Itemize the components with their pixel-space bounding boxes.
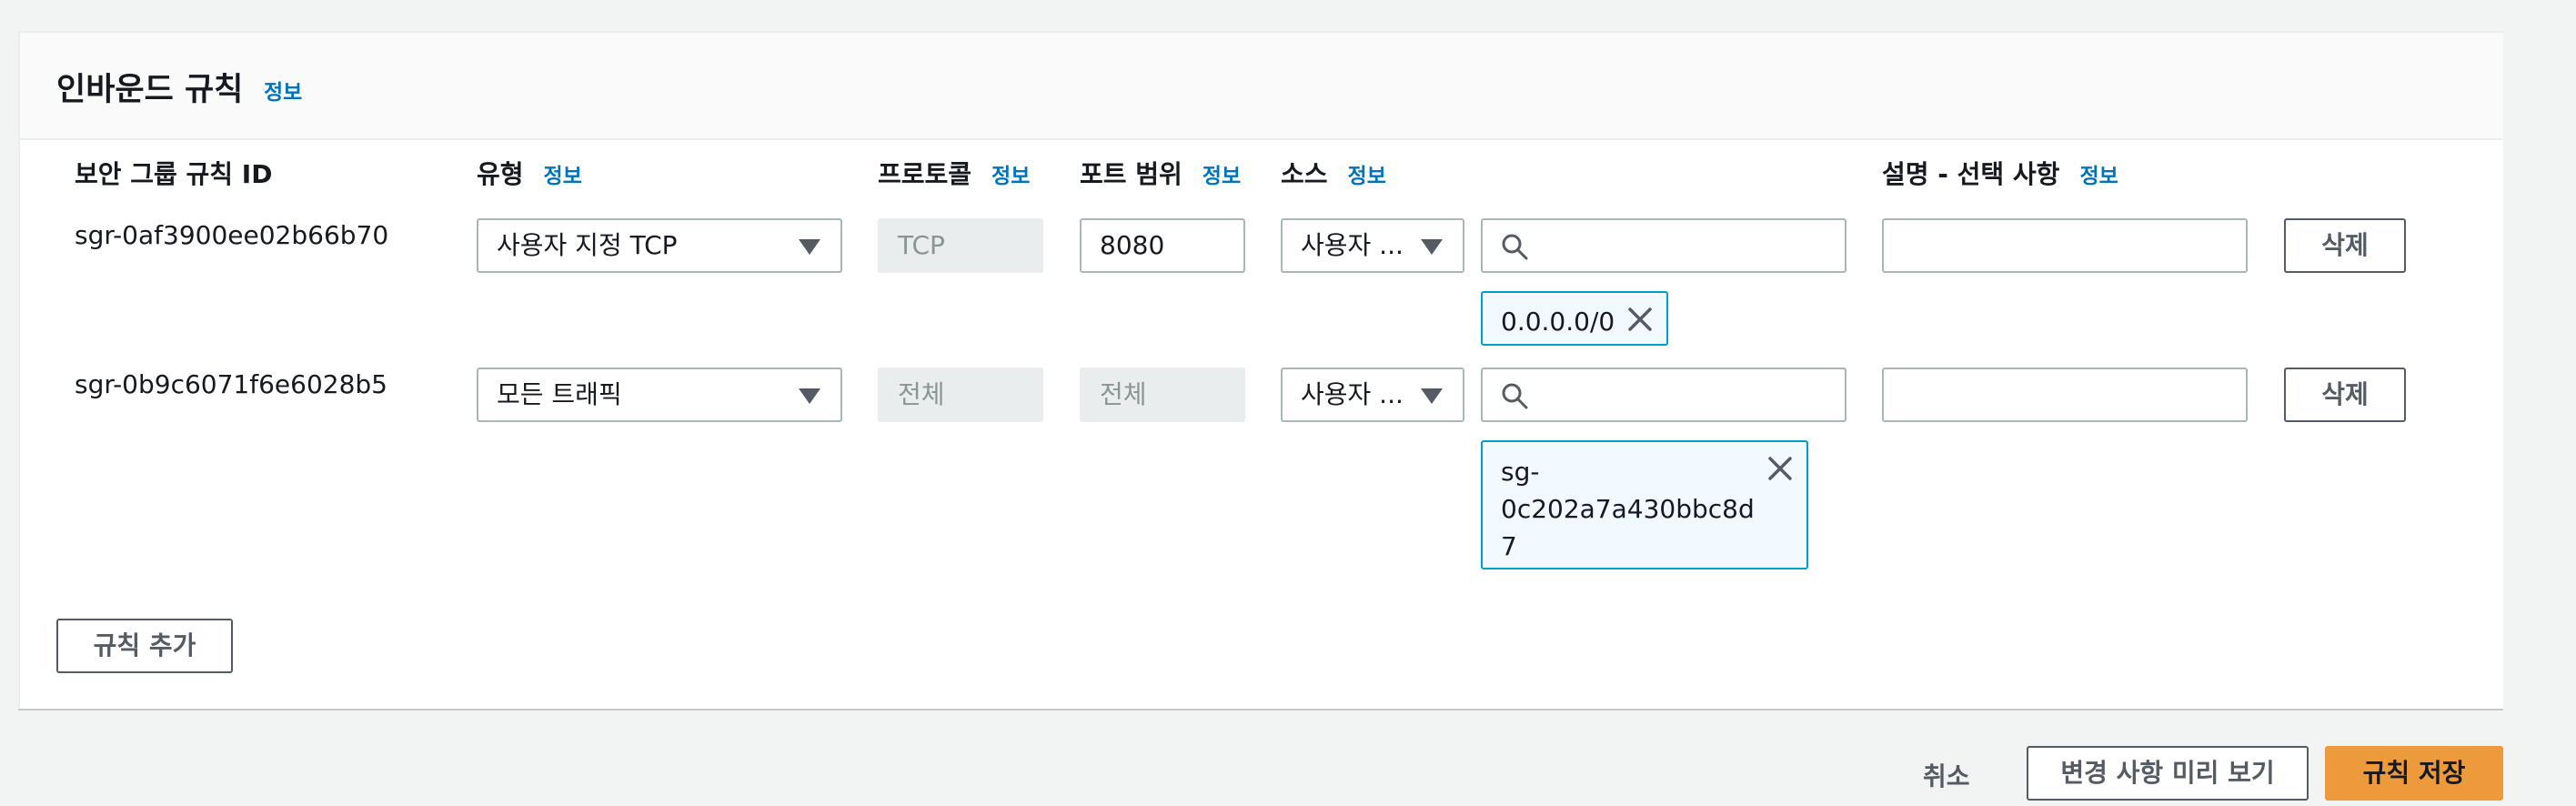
delete-rule-button[interactable]: 삭제 <box>2284 218 2406 273</box>
cancel-button[interactable]: 취소 <box>1923 757 1970 793</box>
add-rule-button[interactable]: 규칙 추가 <box>56 619 233 673</box>
rule-id: sgr-0b9c6071f6e6028b5 <box>75 369 387 399</box>
save-rules-button[interactable]: 규칙 저장 <box>2325 746 2503 801</box>
type-select[interactable]: 사용자 지정 TCP <box>477 218 842 273</box>
col-header-type: 유형 정보 <box>477 159 582 189</box>
col-header-description: 설명 - 선택 사항 정보 <box>1882 159 2118 189</box>
close-icon[interactable] <box>1766 455 1794 482</box>
col-header-protocol: 프로토콜 정보 <box>878 159 1031 189</box>
inbound-rules-panel: 인바운드 규칙 정보 보안 그룹 규칙 ID 유형 정보 프로토콜 정보 포트 범위… <box>18 31 2503 709</box>
rule-id: sgr-0af3900ee02b66b70 <box>75 220 389 250</box>
section-info-link[interactable]: 정보 <box>264 75 302 106</box>
source-token: sg- 0c202a7a430bbc8d 7 <box>1481 440 1808 569</box>
search-icon <box>1502 234 1528 260</box>
source-type-select[interactable]: 사용자 ... <box>1281 368 1464 422</box>
source-search-input[interactable] <box>1481 368 1846 422</box>
col-header-port-range: 포트 범위 정보 <box>1080 159 1242 189</box>
col-header-rule-id: 보안 그룹 규칙 ID <box>75 159 273 189</box>
source-token: 0.0.0.0/0 <box>1481 291 1668 346</box>
search-icon <box>1502 383 1528 409</box>
panel-header: 인바운드 규칙 정보 <box>20 33 2503 140</box>
port-range-field: 전체 <box>1080 368 1245 422</box>
type-info-link[interactable]: 정보 <box>544 165 582 188</box>
preview-changes-button[interactable]: 변경 사항 미리 보기 <box>2027 746 2309 801</box>
delete-rule-button[interactable]: 삭제 <box>2284 368 2406 422</box>
protocol-info-link[interactable]: 정보 <box>991 165 1030 188</box>
port-range-input[interactable]: 8080 <box>1080 218 1245 273</box>
caret-down-icon <box>799 239 820 255</box>
description-info-link[interactable]: 정보 <box>2079 165 2118 188</box>
source-info-link[interactable]: 정보 <box>1348 165 1386 188</box>
caret-down-icon <box>1421 239 1443 255</box>
section-title: 인바운드 규칙 <box>56 72 244 108</box>
protocol-field: 전체 <box>878 368 1043 422</box>
caret-down-icon <box>799 388 820 404</box>
description-input[interactable] <box>1882 218 2248 273</box>
source-search-input[interactable] <box>1481 218 1846 273</box>
description-input[interactable] <box>1882 368 2248 422</box>
col-header-source: 소스 정보 <box>1281 159 1386 189</box>
source-type-select[interactable]: 사용자 ... <box>1281 218 1464 273</box>
protocol-field: TCP <box>878 218 1043 273</box>
caret-down-icon <box>1421 388 1443 404</box>
close-icon[interactable] <box>1626 306 1654 333</box>
port-range-info-link[interactable]: 정보 <box>1202 165 1241 188</box>
type-select[interactable]: 모든 트래픽 <box>477 368 842 422</box>
